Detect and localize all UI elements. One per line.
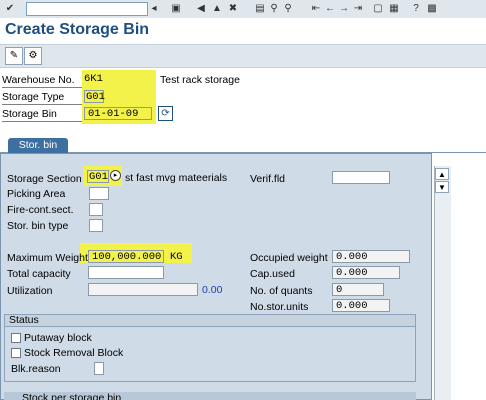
cap-used-label: Cap.used	[250, 268, 295, 280]
bin-type-field[interactable]	[89, 219, 103, 232]
history-icon[interactable]: ◂	[148, 3, 160, 15]
value-help-icon[interactable]: ▸	[110, 170, 121, 181]
no-quants-field: 0	[332, 283, 384, 296]
total-capacity-label: Total capacity	[7, 268, 71, 280]
exit-icon[interactable]: ▲	[211, 3, 223, 15]
last-page-icon[interactable]: ⇥	[352, 3, 364, 15]
layout-icon[interactable]: ▩	[426, 3, 438, 15]
verif-label: Verif.fld	[250, 173, 286, 185]
cancel-icon[interactable]: ✖	[227, 3, 239, 15]
shortcut-icon[interactable]: ▦	[388, 3, 400, 15]
storage-type-label: Storage Type	[2, 90, 82, 105]
scroll-down-icon[interactable]: ▼	[435, 181, 449, 193]
no-quants-label: No. of quants	[250, 285, 313, 297]
no-stor-units-field: 0.000	[332, 299, 390, 312]
utilization-field	[88, 283, 198, 296]
fire-cont-label: Fire-cont.sect.	[7, 204, 74, 216]
storage-bin-label: Storage Bin	[2, 107, 82, 122]
prev-page-icon[interactable]: ←	[324, 3, 336, 15]
print-icon[interactable]: ▤	[254, 3, 266, 15]
find-next-icon[interactable]: ⚲	[282, 3, 294, 15]
stock-removal-block-label: Stock Removal Block	[24, 347, 124, 359]
bin-search-icon[interactable]: ⟳	[158, 106, 173, 121]
blk-reason-field[interactable]	[94, 362, 104, 375]
next-page-icon[interactable]: →	[338, 3, 350, 15]
enter-icon[interactable]: ✔	[4, 3, 16, 15]
scroll-up-icon[interactable]: ▲	[435, 168, 449, 180]
storage-type-field[interactable]: G01	[84, 90, 105, 103]
no-stor-units-label: No.stor.units	[250, 301, 309, 313]
command-field[interactable]	[26, 2, 148, 16]
putaway-block-label: Putaway block	[24, 332, 92, 344]
max-weight-field[interactable]: 100,000.000	[88, 250, 164, 263]
first-page-icon[interactable]: ⇤	[310, 3, 322, 15]
warehouse-label: Warehouse No.	[2, 73, 82, 88]
back-icon[interactable]: ◀	[195, 3, 207, 15]
page-title: Create Storage Bin	[5, 21, 150, 38]
storage-section-description: st fast mvg mateerials	[125, 172, 228, 184]
utilization-value: 0.00	[202, 284, 223, 296]
storage-section-field[interactable]: G01	[87, 170, 109, 183]
other-bin-icon[interactable]: ⚙	[24, 47, 42, 65]
new-session-icon[interactable]: ▢	[372, 3, 384, 15]
picking-area-field[interactable]	[89, 187, 109, 200]
cap-used-field: 0.000	[332, 266, 400, 279]
max-weight-label: Maximum Weight	[7, 252, 88, 264]
warehouse-field[interactable]: 6K1	[84, 73, 104, 86]
occupied-weight-label: Occupied weight	[250, 252, 328, 264]
application-toolbar	[0, 44, 486, 68]
storage-bin-field[interactable]: 01-01-09	[84, 107, 152, 120]
edit-pencil-icon[interactable]: ✎	[5, 47, 23, 65]
bin-type-label: Stor. bin type	[7, 220, 69, 232]
help-icon[interactable]: ?	[410, 3, 422, 15]
total-capacity-field[interactable]	[88, 266, 164, 279]
putaway-block-checkbox[interactable]	[11, 333, 21, 343]
utilization-label: Utilization	[7, 285, 53, 297]
stock-per-bin-label: Stock per storage bin	[22, 392, 122, 400]
warehouse-description: Test rack storage	[160, 74, 240, 86]
status-title: Status	[9, 314, 39, 326]
stock-removal-block-checkbox[interactable]	[11, 348, 21, 358]
blk-reason-label: Blk.reason	[11, 363, 61, 375]
save-icon[interactable]: ▣	[170, 3, 182, 15]
occupied-weight-field: 0.000	[332, 250, 410, 263]
picking-area-label: Picking Area	[7, 188, 66, 200]
fire-cont-field[interactable]	[89, 203, 103, 216]
storage-section-label: Storage Section	[7, 173, 82, 185]
vertical-scrollbar[interactable]	[434, 166, 451, 400]
find-icon[interactable]: ⚲	[268, 3, 280, 15]
status-group-header	[4, 314, 416, 327]
max-weight-unit: KG	[170, 251, 183, 263]
verif-field[interactable]	[332, 171, 390, 184]
tab-stor-bin[interactable]: Stor. bin	[8, 138, 68, 153]
